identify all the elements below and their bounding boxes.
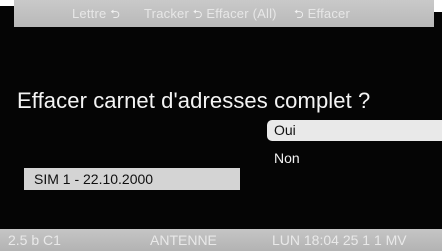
sim-entry: SIM 1 - 22.10.2000 <box>24 168 240 190</box>
top-softkey-bar: Lettre ⮌ Tracker ⮌ Effacer (All) ⮌ Effac… <box>14 0 434 27</box>
return-arrow-icon: ⮌ <box>294 7 304 21</box>
softkey-middle[interactable]: Tracker ⮌ Effacer (All) <box>144 0 277 28</box>
option-non[interactable]: Non <box>267 148 442 169</box>
screen-corner <box>0 0 14 6</box>
phone-screen: Lettre ⮌ Tracker ⮌ Effacer (All) ⮌ Effac… <box>0 0 442 251</box>
option-oui[interactable]: Oui <box>267 120 442 141</box>
softkey-middle-extra: Effacer (All) <box>206 6 277 21</box>
operator-name: ANTENNE <box>150 232 217 248</box>
softkey-middle-label: Tracker <box>144 6 189 21</box>
choice-list: Oui Non <box>267 120 442 172</box>
date-time: LUN 18:04 25 1 1 MV <box>272 232 407 248</box>
softkey-right[interactable]: ⮌ Effacer <box>294 0 350 28</box>
softkey-right-label: Effacer <box>307 6 350 21</box>
return-arrow-icon: ⮌ <box>110 7 121 21</box>
status-bar: 2.5 b C1 ANTENNE LUN 18:04 25 1 1 MV <box>0 229 442 251</box>
softkey-left[interactable]: Lettre ⮌ <box>72 0 120 28</box>
dialog-title: Effacer carnet d'adresses complet ? <box>17 88 371 113</box>
signal-indicator: 2.5 b C1 <box>8 232 61 248</box>
return-arrow-icon: ⮌ <box>192 7 203 21</box>
screen-corner <box>434 0 442 12</box>
softkey-left-label: Lettre <box>72 6 107 21</box>
